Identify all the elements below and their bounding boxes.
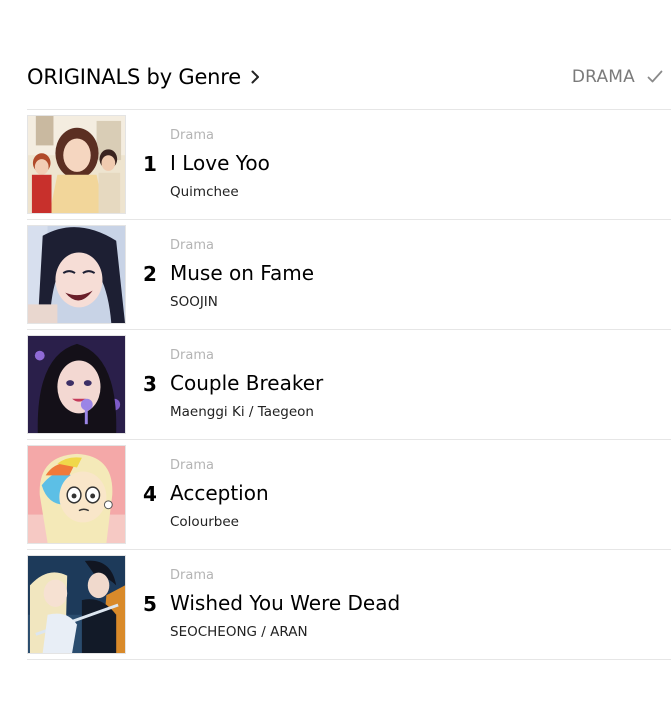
genre-tag: Drama	[170, 238, 214, 253]
series-title: Acception	[170, 481, 269, 505]
rank-number: 5	[143, 592, 157, 616]
series-thumbnail	[27, 555, 126, 654]
rank-number: 1	[143, 152, 157, 176]
series-thumbnail	[27, 445, 126, 544]
series-author: Quimchee	[170, 184, 239, 200]
selected-genre-label: DRAMA	[571, 67, 635, 87]
series-author: SEOCHEONG / ARAN	[170, 624, 308, 640]
genre-selector[interactable]: DRAMA	[572, 60, 663, 94]
list-item[interactable]: 4 Drama Acception Colourbee	[27, 440, 671, 550]
section-title-link[interactable]: ORIGINALS by Genre	[27, 60, 260, 94]
list-item[interactable]: 2 Drama Muse on Fame SOOJIN	[27, 220, 671, 330]
series-title: Couple Breaker	[170, 371, 324, 395]
section-title: ORIGINALS by Genre	[27, 65, 241, 89]
genre-tag: Drama	[170, 458, 214, 473]
series-thumbnail	[27, 115, 126, 214]
section-header: ORIGINALS by Genre DRAMA	[27, 60, 671, 94]
originals-by-genre-panel: ORIGINALS by Genre DRAMA 1 Drama I Love …	[0, 0, 671, 717]
genre-tag: Drama	[170, 348, 214, 363]
list-item[interactable]: 1 Drama I Love Yoo Quimchee	[27, 110, 671, 220]
series-thumbnail	[27, 335, 126, 434]
rank-number: 2	[143, 262, 157, 286]
series-title: Wished You Were Dead	[170, 591, 401, 615]
rank-number: 4	[143, 482, 157, 506]
series-author: Maenggi Ki / Taegeon	[170, 404, 314, 420]
series-title: I Love Yoo	[170, 151, 270, 175]
rank-number: 3	[143, 372, 157, 396]
series-title: Muse on Fame	[170, 261, 314, 285]
chevron-right-icon	[251, 70, 259, 84]
check-icon	[647, 70, 663, 83]
genre-tag: Drama	[170, 568, 214, 583]
series-thumbnail	[27, 225, 126, 324]
genre-tag: Drama	[170, 128, 214, 143]
series-author: Colourbee	[170, 514, 239, 530]
list-item[interactable]: 5 Drama Wished You Were Dead SEOCHEONG /…	[27, 550, 671, 660]
series-author: SOOJIN	[170, 294, 218, 310]
ranking-list: 1 Drama I Love Yoo Quimchee 2 Drama Muse…	[27, 110, 671, 660]
list-item[interactable]: 3 Drama Couple Breaker Maenggi Ki / Taeg…	[27, 330, 671, 440]
